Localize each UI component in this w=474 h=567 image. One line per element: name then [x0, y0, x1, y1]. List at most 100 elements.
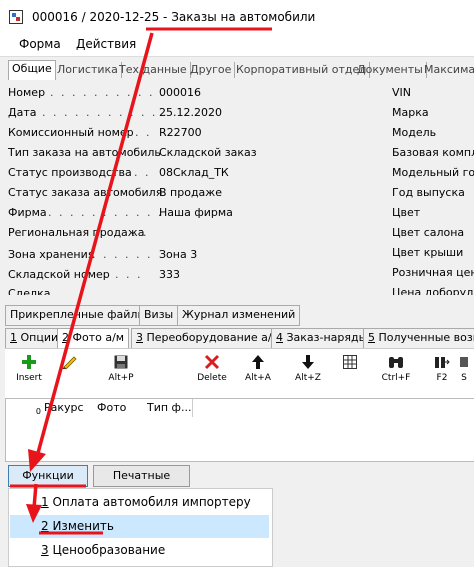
grid-settings-button[interactable]: [330, 353, 370, 373]
field-label-interior-color: Цвет салона: [392, 226, 465, 239]
tab-received-refunds-label: Полученные возме: [378, 331, 474, 344]
save-icon: [101, 353, 141, 371]
binoculars-icon: [376, 353, 416, 371]
move-up-button-label: Alt+A: [245, 373, 271, 383]
column-header-photo-type[interactable]: Тип ф...: [144, 399, 193, 417]
tab-hotkey: 1: [10, 331, 17, 344]
leader-dots: . . . . . . . . . . . .: [42, 106, 169, 119]
insert-button-label: Insert: [16, 373, 42, 383]
field-value-order-status[interactable]: В продаже: [159, 186, 222, 199]
field-label-order-status: Статус заказа автомобиля: [8, 186, 163, 199]
leader-dots: . . . . . . . . . . .: [50, 86, 166, 99]
pencil-icon: [49, 353, 89, 371]
tab-documents[interactable]: Документы: [354, 62, 427, 78]
menu-bar: [0, 34, 474, 57]
menu-item-pricing-label: Ценообразование: [48, 543, 166, 557]
tab-tech-data[interactable]: Тех.данные: [116, 62, 191, 78]
tab-other[interactable]: Другое: [187, 62, 236, 78]
tab-car-photo-label: Фото а/м: [69, 331, 125, 344]
move-up-button[interactable]: Alt+A: [238, 353, 278, 383]
leader-dots: . .: [132, 226, 149, 239]
edit-button[interactable]: [49, 353, 89, 373]
field-value-storage-zone[interactable]: Зона 3: [159, 248, 197, 261]
column-header-photo[interactable]: Фото: [94, 399, 145, 417]
leader-dots: . . . . . . . . . . .: [48, 206, 164, 219]
save-button[interactable]: Alt+P: [101, 353, 141, 383]
menu-hotkey: 2: [41, 519, 49, 533]
more-button-label: S: [461, 373, 467, 383]
find-button[interactable]: Ctrl+F: [376, 353, 416, 383]
menu-form[interactable]: Форма: [19, 37, 61, 51]
field-label-model-year: Модельный год: [392, 166, 474, 179]
more-button[interactable]: S: [454, 353, 474, 383]
tab-hotkey: 5: [368, 331, 375, 344]
menu-hotkey: 3: [41, 543, 49, 557]
field-value-firm[interactable]: Наша фирма: [159, 206, 233, 219]
tab-maxima[interactable]: Максима: [421, 62, 474, 78]
delete-x-icon: [192, 353, 232, 371]
leader-dots: . . . . . .: [92, 248, 153, 261]
insert-plus-icon: [9, 353, 49, 371]
menu-item-pricing[interactable]: 3 Ценообразование: [10, 539, 269, 562]
field-label-regional-sale: Региональная продажа: [8, 226, 145, 239]
tab-car-photo[interactable]: 2 Фото а/м: [57, 328, 130, 349]
field-label-production-year: Год выпуска: [392, 186, 465, 199]
field-label-warehouse-number: Складской номер: [8, 268, 110, 281]
field-label-deal: Сделка: [8, 287, 51, 295]
menu-hotkey: 1: [41, 495, 49, 509]
field-label-model: Модель: [392, 126, 437, 139]
field-value-order-type[interactable]: Складской заказ: [159, 146, 257, 159]
tab-options[interactable]: 1 Опции: [5, 328, 64, 349]
grid-icon: [330, 353, 370, 371]
menu-actions[interactable]: Действия: [76, 37, 136, 51]
menu-item-pay-importer[interactable]: 1 Оплата автомобиля импортеру: [10, 491, 269, 514]
row-marker: 0: [6, 399, 44, 417]
tab-hotkey: 3: [136, 331, 143, 344]
field-label-production-status: Статус производства: [8, 166, 132, 179]
field-label-brand: Марка: [392, 106, 429, 119]
tab-re-equipment-label: Переоборудование а/м: [143, 331, 280, 344]
tab-received-refunds[interactable]: 5 Полученные возме: [363, 328, 474, 349]
leader-dots: . . .: [124, 126, 152, 139]
menu-item-edit[interactable]: 2 Изменить: [10, 515, 269, 538]
app-icon: [9, 10, 23, 24]
tab-corporate[interactable]: Корпоративный отдел: [233, 62, 371, 78]
field-value-date[interactable]: 25.12.2020: [159, 106, 222, 119]
field-label-retail-price: Розничная цена: [392, 266, 474, 279]
tab-visas[interactable]: Визы: [139, 305, 179, 326]
arrow-down-icon: [288, 353, 328, 371]
general-fields-panel: Номер . . . . . . . . . . . 000016 Дата …: [0, 80, 474, 295]
field-label-color: Цвет: [392, 206, 421, 219]
field-value-commission-number[interactable]: R22700: [159, 126, 202, 139]
attachment-tabs: Прикрепленные файлы Визы Журнал изменени…: [5, 305, 474, 326]
field-label-storage-zone: Зона хранения: [8, 248, 95, 261]
find-button-label: Ctrl+F: [381, 373, 411, 383]
functions-popup-menu: 1 Оплата автомобиля импортеру 2 Изменить…: [8, 488, 273, 567]
title-bar: 000016 / 2020-12-25 - Заказы на автомоби…: [0, 0, 474, 34]
more-icon: [454, 353, 474, 371]
field-value-number[interactable]: 000016: [159, 86, 201, 99]
tab-logistics[interactable]: Логистика: [54, 62, 122, 78]
tab-work-orders-label: Заказ-наряды: [283, 331, 368, 344]
leader-dots: . .: [134, 166, 151, 179]
move-down-button[interactable]: Alt+Z: [288, 353, 328, 383]
menu-item-edit-label: Изменить: [48, 519, 114, 533]
field-value-production-status[interactable]: 08Склад_ТК: [159, 166, 229, 179]
tab-attached-files[interactable]: Прикрепленные файлы: [5, 305, 152, 326]
field-value-warehouse-number[interactable]: 333: [159, 268, 180, 281]
column-header-angle[interactable]: Ракурс: [41, 399, 95, 417]
tab-options-label: Опции: [17, 331, 59, 344]
insert-button[interactable]: Insert: [9, 353, 49, 383]
tab-general[interactable]: Общие: [8, 60, 56, 80]
tab-hotkey: 2: [62, 331, 69, 344]
delete-button[interactable]: Delete: [192, 353, 232, 383]
tab-re-equipment[interactable]: 3 Переоборудование а/м: [131, 328, 285, 349]
print-forms-button[interactable]: Печатные формы: [93, 465, 190, 501]
window-title-module: Заказы на автомобили: [171, 10, 316, 24]
field-label-roof-color: Цвет крыши: [392, 246, 464, 259]
functions-button[interactable]: Функции: [8, 465, 88, 487]
tab-change-log[interactable]: Журнал изменений: [177, 305, 301, 326]
tab-work-orders[interactable]: 4 Заказ-наряды: [271, 328, 373, 349]
save-button-label: Alt+P: [108, 373, 134, 383]
photo-grid[interactable]: 0 Ракурс Фото Тип ф...: [5, 398, 474, 462]
